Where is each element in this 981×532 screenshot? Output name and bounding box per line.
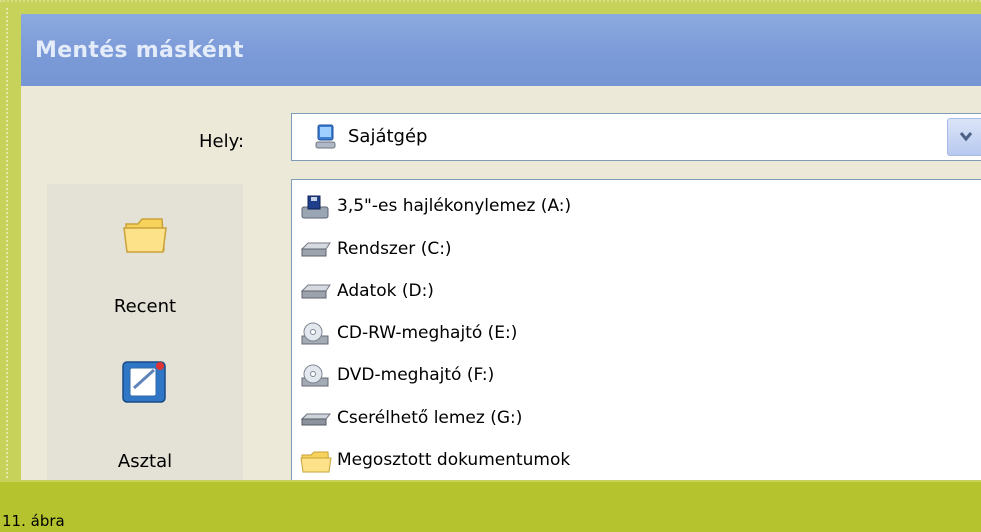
hard-drive-icon — [300, 284, 331, 299]
location-label: Hely: — [199, 131, 245, 152]
place-recent-label: Recent — [113, 296, 177, 317]
removable-drive-icon — [300, 413, 332, 426]
shared-folder-icon — [300, 451, 332, 473]
file-list[interactable]: 3,5"-es hajlékonylemez (A:) Rendszer (C:… — [291, 179, 981, 480]
location-value: Sajátgép — [348, 126, 428, 147]
frame-border — [6, 8, 12, 478]
place-desktop[interactable] — [47, 356, 243, 410]
file-item-label: CD-RW-meghajtó (E:) — [337, 323, 518, 343]
figure-caption: 11. ábra — [2, 512, 65, 530]
file-item-label: Megosztott dokumentumok — [337, 450, 571, 470]
location-combobox[interactable]: Sajátgép — [291, 113, 981, 161]
file-item-label: Rendszer (C:) — [337, 239, 452, 259]
computer-icon — [314, 124, 338, 154]
file-item-label: DVD-meghajtó (F:) — [337, 365, 495, 385]
cd-drive-icon — [301, 322, 329, 345]
file-item-label: 3,5"-es hajlékonylemez (A:) — [337, 196, 572, 216]
desktop-icon — [122, 361, 166, 403]
places-bar: Recent Asztal — [47, 184, 243, 480]
location-dropdown-button[interactable] — [947, 118, 981, 156]
hard-drive-icon — [300, 242, 331, 257]
save-as-dialog: Mentés másként Hely: Sajátgép Recent Asz… — [21, 14, 981, 480]
file-item-label: Cserélhető lemez (G:) — [337, 408, 523, 428]
chevron-down-icon — [959, 132, 973, 142]
file-item-label: Adatok (D:) — [337, 281, 434, 301]
place-desktop-label: Asztal — [117, 451, 173, 472]
place-recent[interactable] — [47, 214, 243, 260]
dialog-title: Mentés másként — [35, 38, 244, 63]
title-bar[interactable]: Mentés másként — [21, 14, 981, 86]
folder-icon — [123, 218, 167, 253]
dvd-drive-icon — [301, 364, 329, 387]
floppy-drive-icon — [301, 195, 329, 219]
